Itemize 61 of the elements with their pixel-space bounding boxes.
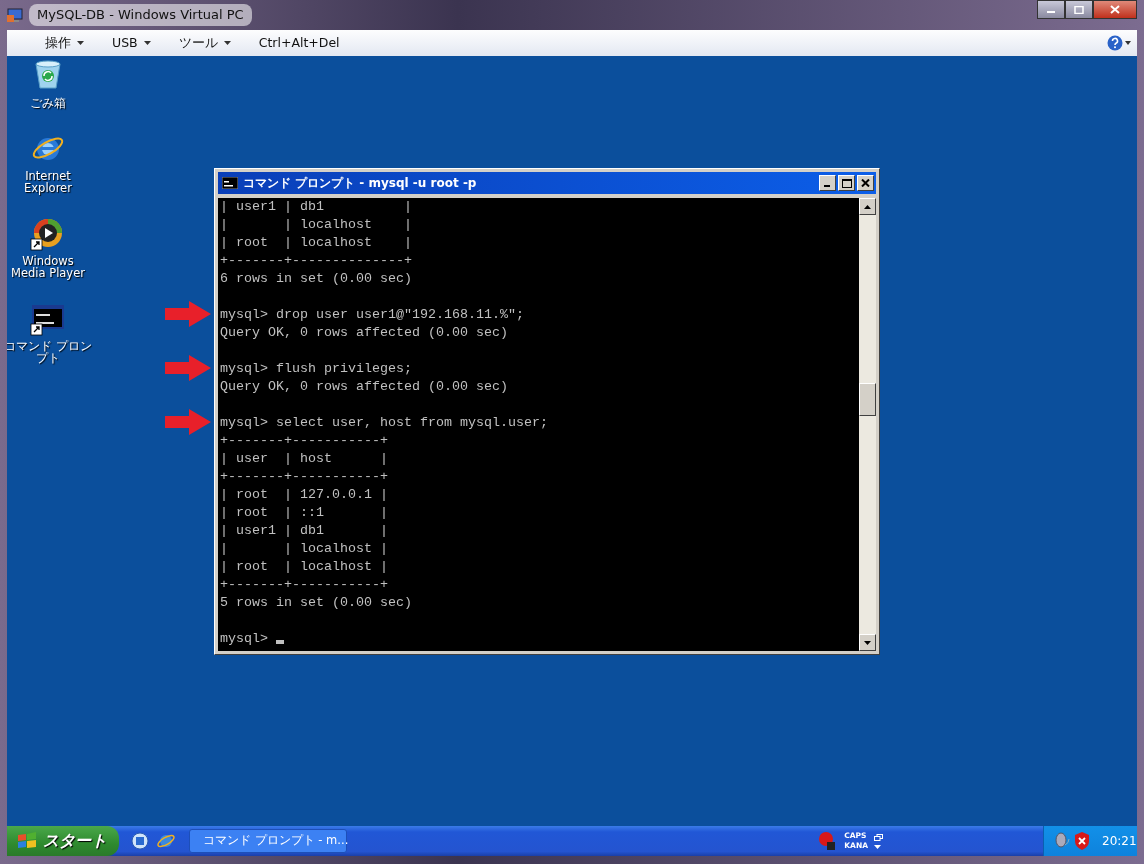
console-line: Query OK, 0 rows affected (0.00 sec) [220, 325, 508, 340]
terminal-icon [222, 177, 238, 189]
console-line: 6 rows in set (0.00 sec) [220, 271, 412, 286]
console-line: +-------+-----------+ [220, 577, 388, 592]
arrow-icon [165, 355, 211, 381]
console-line: 5 rows in set (0.00 sec) [220, 595, 412, 610]
menu-item[interactable]: ツール [164, 33, 245, 53]
windows-logo-icon [17, 832, 37, 850]
maximize-button[interactable] [1065, 0, 1093, 19]
console-line: Query OK, 0 rows affected (0.00 sec) [220, 379, 508, 394]
minimize-button[interactable] [1037, 0, 1065, 19]
close-button[interactable] [1093, 0, 1137, 19]
maximize-icon [1074, 5, 1084, 14]
console-line: | user1 | db1 | [220, 523, 388, 538]
clock: 20:21 [1102, 833, 1137, 850]
restore-icon[interactable] [874, 833, 883, 841]
icon-label[interactable]: Internet Explorer [12, 170, 84, 194]
menu-item[interactable]: 操作 [31, 33, 98, 53]
up-arrow-icon [864, 204, 871, 209]
console-line: mysql> [220, 631, 268, 646]
console-line: mysql> select user, host from mysql.user; [220, 415, 548, 430]
console-line: +-------+--------------+ [220, 253, 412, 268]
menu-item[interactable]: Ctrl+Alt+Del [244, 33, 354, 53]
arrow-icon [165, 409, 211, 435]
icon-label[interactable]: Windows Media Player [7, 255, 90, 279]
scrollbar-thumb[interactable] [859, 383, 876, 416]
window-title: コマンド プロンプト - mysql -u root -p [243, 175, 477, 192]
console-line: | root | 127.0.0.1 | [220, 487, 388, 502]
icon-label[interactable]: ごみ箱 [12, 97, 84, 109]
maximize-icon [841, 178, 852, 188]
text-cursor [276, 640, 284, 644]
console-line: +-------+-----------+ [220, 433, 388, 448]
console-line: | root | localhost | [220, 235, 412, 250]
caret-icon[interactable] [874, 844, 881, 849]
arrow-icon [165, 301, 211, 327]
shield-icon[interactable] [1074, 832, 1090, 850]
scroll-down-button[interactable] [859, 634, 876, 651]
menu-item[interactable]: USB [98, 33, 165, 53]
console-line: | | localhost | [220, 541, 388, 556]
caret-icon [143, 41, 151, 45]
start-button[interactable]: スタート [7, 826, 119, 856]
console-line: | root | ::1 | [220, 505, 388, 520]
down-arrow-icon [864, 640, 871, 645]
window-title: MySQL-DB - Windows Virtual PC [29, 4, 252, 26]
console-line: | root | localhost | [220, 559, 388, 574]
console-line: | user | host | [220, 451, 388, 466]
close-icon [1110, 5, 1120, 14]
console-line: | | localhost | [220, 217, 412, 232]
help-icon[interactable] [1107, 35, 1123, 51]
console-line: +-------+-----------+ [220, 469, 388, 484]
browser-icon[interactable] [157, 832, 175, 850]
caret-icon [223, 41, 231, 45]
caret-icon [1125, 41, 1131, 45]
console-line: mysql> flush privileges; [220, 361, 412, 376]
console-line: | user1 | db1 | [220, 199, 412, 214]
caret-icon [77, 41, 84, 45]
console-line: mysql> drop user user1@"192.168.11.%"; [220, 307, 524, 322]
close-icon [861, 179, 870, 187]
app-icon [7, 7, 23, 23]
taskbar-button[interactable]: コマンド プロンプト - m... [189, 829, 347, 853]
scroll-up-button[interactable] [859, 198, 876, 215]
